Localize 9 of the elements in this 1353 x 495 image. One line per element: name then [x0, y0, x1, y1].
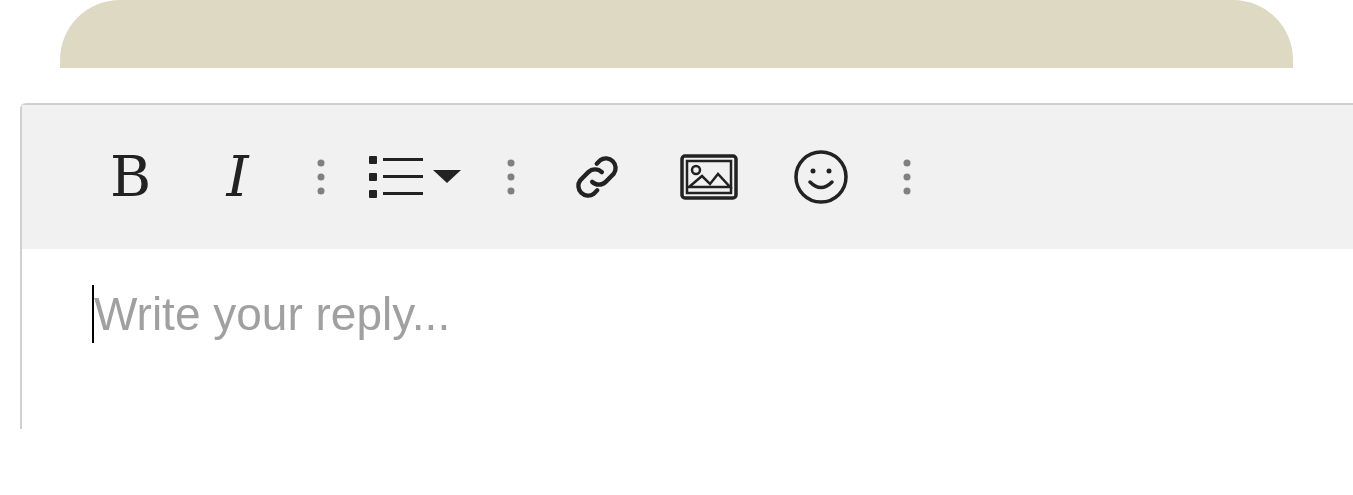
more-icon[interactable]	[317, 159, 325, 195]
italic-button[interactable]: I	[184, 149, 291, 205]
more-icon[interactable]	[903, 159, 911, 195]
bold-button[interactable]: B	[77, 149, 184, 205]
more-icon[interactable]	[507, 159, 515, 195]
smiley-icon[interactable]	[793, 149, 849, 205]
text-caret	[92, 285, 94, 343]
image-icon[interactable]	[680, 154, 738, 200]
bullet-list-icon[interactable]	[369, 154, 463, 200]
